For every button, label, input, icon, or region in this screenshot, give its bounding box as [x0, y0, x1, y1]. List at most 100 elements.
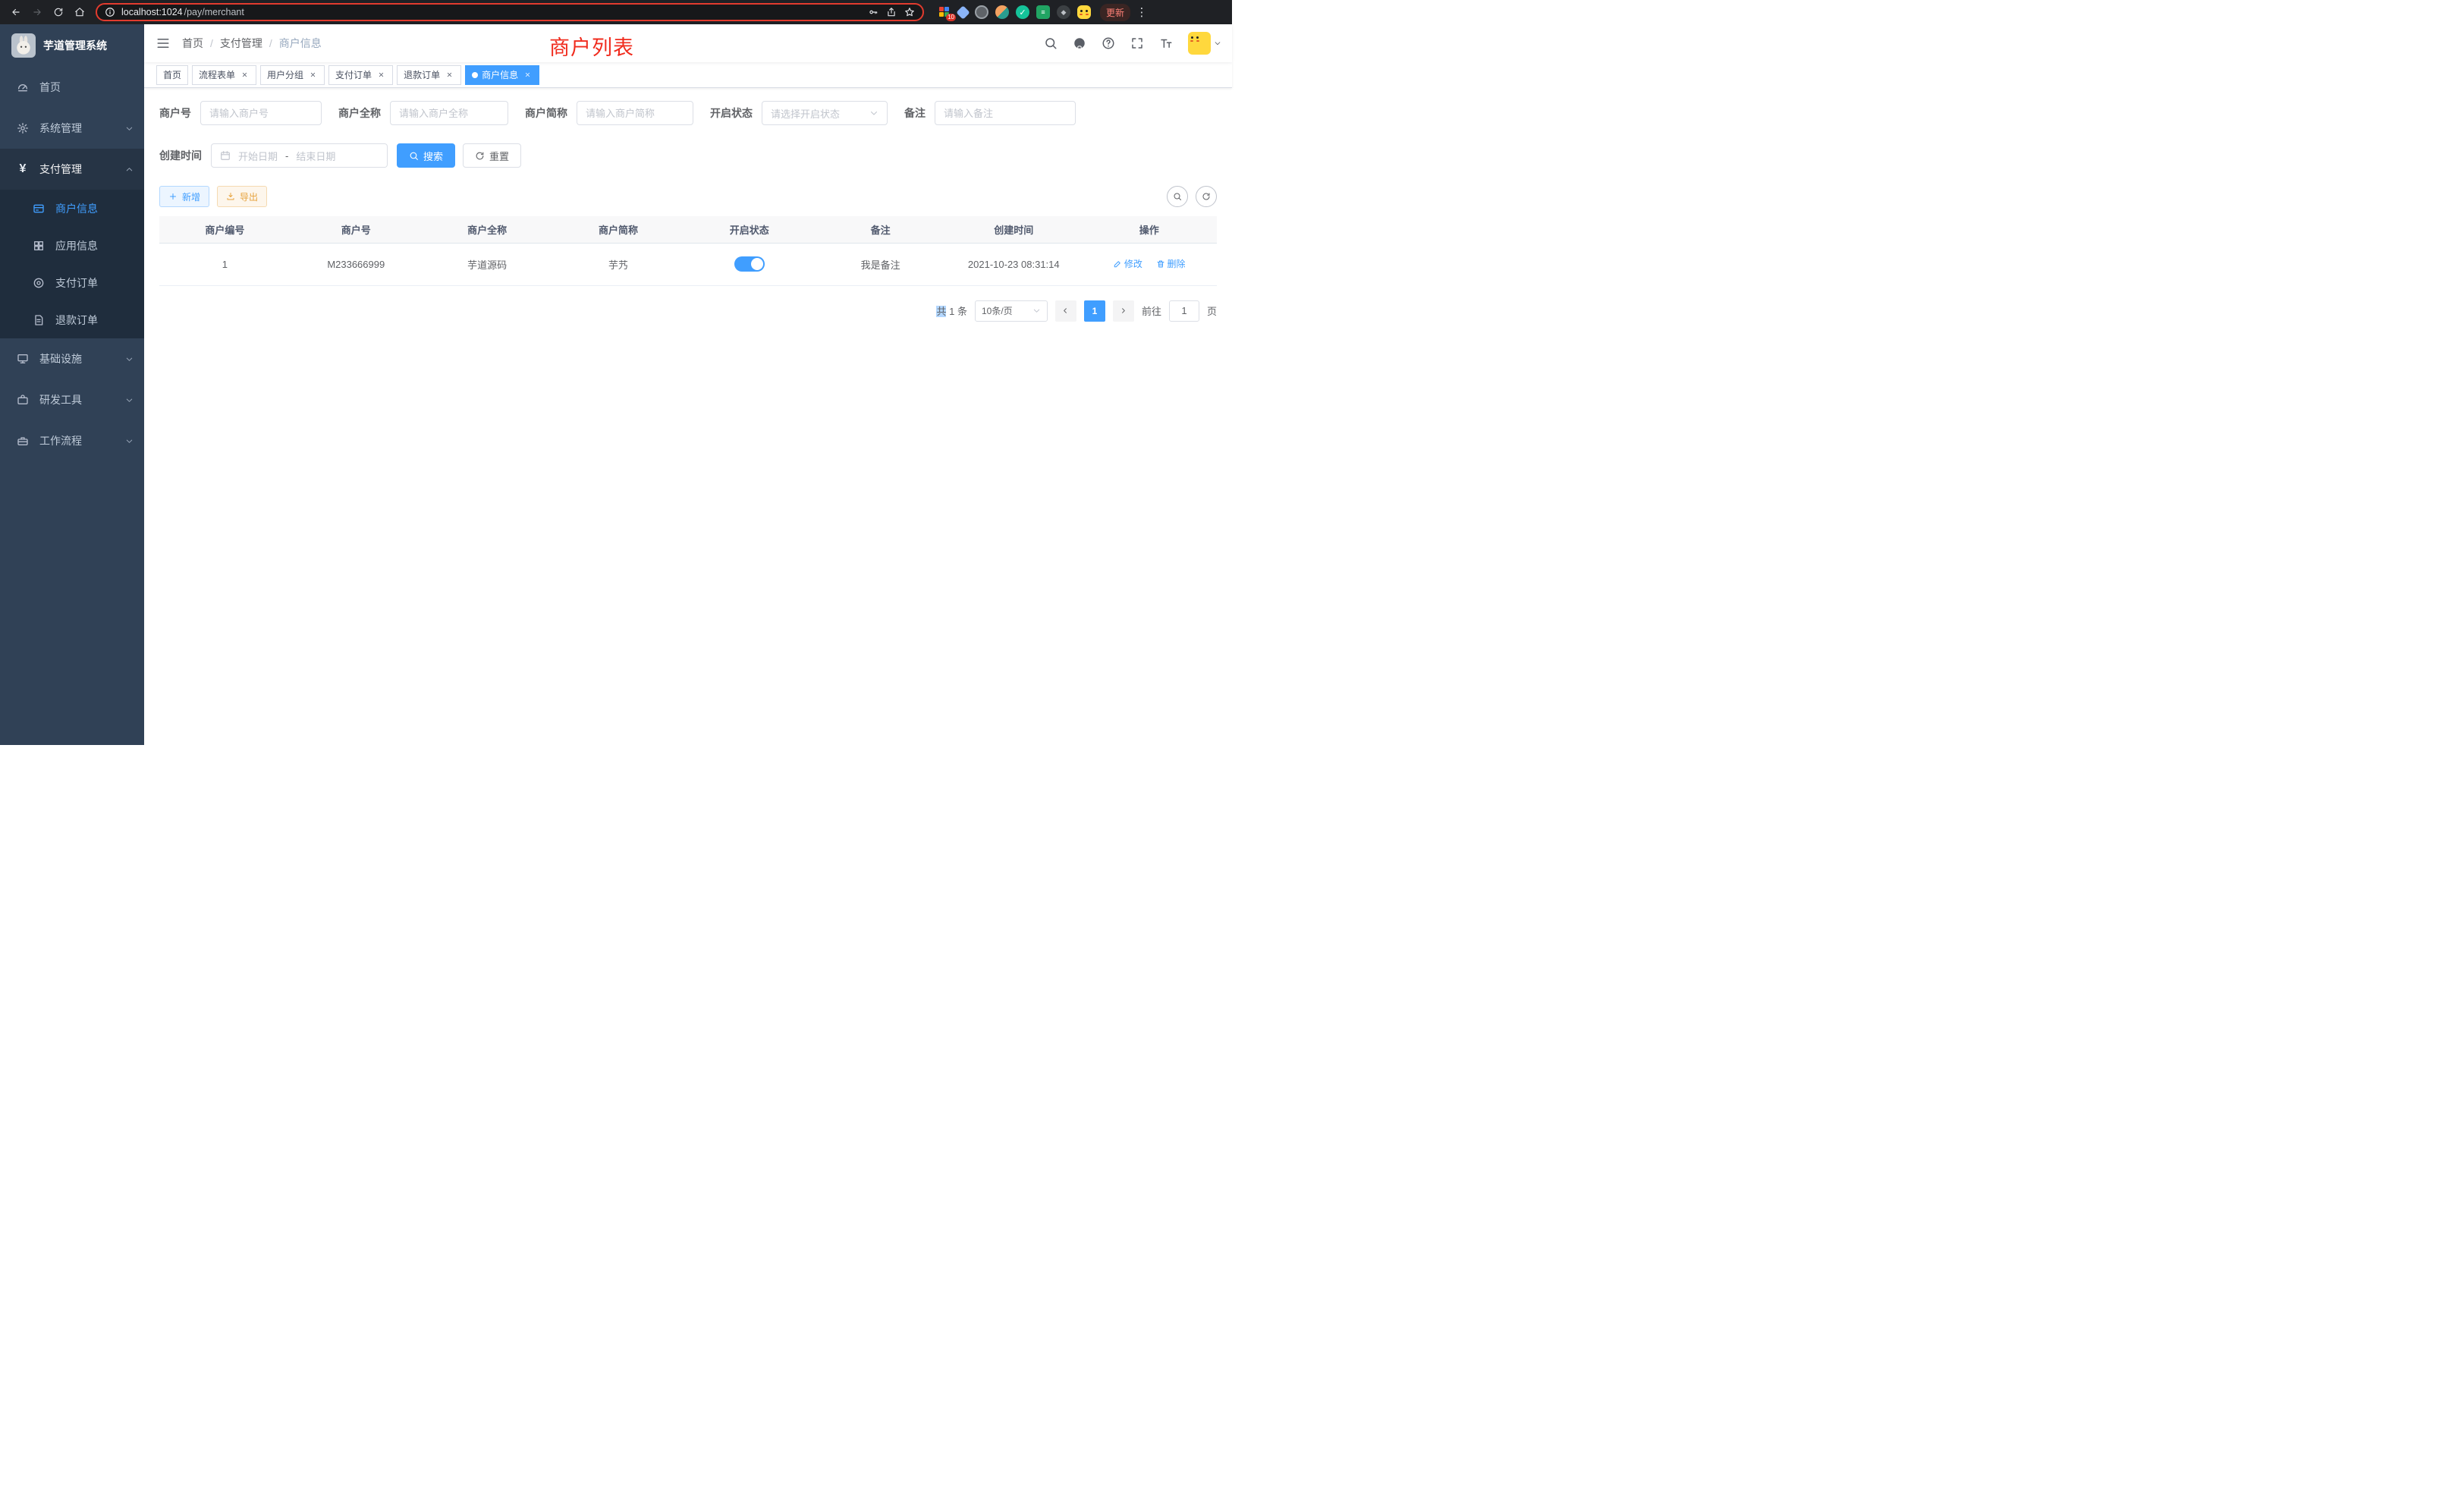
remark-label: 备注 [904, 105, 926, 121]
close-icon[interactable] [239, 70, 250, 80]
share-icon[interactable] [886, 7, 897, 17]
tab-merchant-info[interactable]: 商户信息 [465, 65, 539, 85]
remark-input[interactable] [944, 108, 1067, 119]
gear-icon [16, 122, 30, 134]
status-toggle[interactable] [734, 256, 765, 272]
password-key-icon[interactable] [868, 7, 878, 17]
sidebar-item-merchant-info[interactable]: 商户信息 [0, 190, 144, 227]
sidebar-item-workflow[interactable]: 工作流程 [0, 420, 144, 461]
site-info-icon[interactable] [105, 7, 115, 17]
cell-merchant-id: 1 [159, 243, 291, 285]
chevron-down-icon [869, 108, 878, 118]
breadcrumb-current: 商户信息 [279, 36, 322, 51]
sidebar-item-dev-tools[interactable]: 研发工具 [0, 379, 144, 420]
chevron-down-icon [125, 437, 134, 445]
merchants-table: 商户编号 商户号 商户全称 商户简称 开启状态 备注 创建时间 操作 1 M23… [159, 216, 1217, 286]
extension-icon-5[interactable]: ✓ [1016, 5, 1029, 19]
annotation-text: 商户列表 [549, 31, 634, 61]
col-merchant-no: 商户号 [291, 216, 422, 243]
browser-reload-button[interactable] [49, 2, 68, 22]
delete-link[interactable]: 删除 [1156, 257, 1186, 270]
short-name-label: 商户简称 [525, 105, 567, 121]
active-dot [472, 72, 478, 78]
help-icon[interactable] [1095, 30, 1121, 56]
sidebar-item-pay-order[interactable]: 支付订单 [0, 264, 144, 301]
edit-link[interactable]: 修改 [1113, 257, 1142, 270]
calendar-icon [220, 150, 231, 161]
tab-refund-order[interactable]: 退款订单 [397, 65, 461, 85]
close-icon[interactable] [522, 70, 533, 80]
chevron-up-icon [125, 165, 134, 174]
close-icon[interactable] [444, 70, 454, 80]
full-name-label: 商户全称 [338, 105, 381, 121]
browser-home-button[interactable] [70, 2, 90, 22]
next-page-button[interactable] [1113, 300, 1134, 322]
toolbox-icon [16, 394, 30, 406]
payment-submenu: 商户信息 应用信息 支付订单 退款订单 [0, 190, 144, 338]
merchant-no-label: 商户号 [159, 105, 191, 121]
browser-forward-button[interactable] [27, 2, 47, 22]
short-name-input[interactable] [586, 108, 684, 119]
page-1-button[interactable]: 1 [1084, 300, 1105, 322]
extension-icon-6[interactable]: ≡ [1036, 5, 1050, 19]
browser-menu-button[interactable]: ⋮ [1132, 2, 1152, 22]
goto-page-input[interactable] [1169, 300, 1199, 322]
tab-process-form[interactable]: 流程表单 [192, 65, 256, 85]
fullscreen-icon[interactable] [1124, 30, 1150, 56]
browser-back-button[interactable] [6, 2, 26, 22]
logo-avatar [11, 33, 36, 58]
url-path: /pay/merchant [184, 7, 244, 17]
extension-icon-2[interactable] [956, 5, 970, 19]
sidebar-toggle-button[interactable] [144, 24, 182, 62]
tab-pay-order[interactable]: 支付订单 [328, 65, 393, 85]
pagination: 共 1 条 10条/页 1 前往 页 [159, 300, 1217, 322]
breadcrumb-payment[interactable]: 支付管理 [220, 36, 262, 51]
app-logo[interactable]: 芋道管理系统 [0, 24, 144, 67]
prev-page-button[interactable] [1055, 300, 1076, 322]
dashboard-icon [16, 81, 30, 93]
tab-home[interactable]: 首页 [156, 65, 188, 85]
close-icon[interactable] [307, 70, 318, 80]
full-name-input[interactable] [399, 108, 499, 119]
sidebar-item-payment[interactable]: ¥ 支付管理 [0, 149, 144, 190]
col-remark: 备注 [815, 216, 946, 243]
merchant-no-input[interactable] [209, 108, 313, 119]
monitor-icon [16, 353, 30, 365]
sidebar-item-system[interactable]: 系统管理 [0, 108, 144, 149]
page-size-select[interactable]: 10条/页 [975, 300, 1048, 322]
extension-icon-3[interactable] [975, 5, 988, 19]
cell-remark: 我是备注 [815, 243, 946, 285]
status-select[interactable]: 请选择开启状态 [762, 101, 888, 125]
col-status: 开启状态 [684, 216, 815, 243]
tab-user-group[interactable]: 用户分组 [260, 65, 325, 85]
browser-update-button[interactable]: 更新 [1100, 4, 1130, 21]
reset-button[interactable]: 重置 [463, 143, 521, 168]
profile-avatar-icon[interactable] [1077, 5, 1091, 19]
chevron-down-icon [125, 355, 134, 363]
github-icon[interactable] [1067, 30, 1092, 56]
breadcrumb-home[interactable]: 首页 [182, 36, 203, 51]
toggle-search-button[interactable] [1167, 186, 1188, 207]
search-button[interactable]: 搜索 [397, 143, 455, 168]
bookmark-star-icon[interactable] [904, 7, 915, 17]
workflow-icon [16, 435, 30, 447]
user-menu[interactable] [1188, 32, 1221, 55]
extension-icon-1[interactable]: 10 [938, 5, 951, 19]
chevron-down-icon [125, 124, 134, 133]
user-avatar[interactable] [1188, 32, 1211, 55]
refresh-button[interactable] [1196, 186, 1217, 207]
export-button[interactable]: 导出 [217, 186, 267, 207]
sidebar-item-app-info[interactable]: 应用信息 [0, 227, 144, 264]
sidebar-item-home[interactable]: 首页 [0, 67, 144, 108]
sidebar-item-refund-order[interactable]: 退款订单 [0, 301, 144, 338]
sidebar-item-infra[interactable]: 基础设施 [0, 338, 144, 379]
extension-icon-4[interactable] [995, 5, 1009, 19]
col-merchant-id: 商户编号 [159, 216, 291, 243]
close-icon[interactable] [376, 70, 386, 80]
add-button[interactable]: 新增 [159, 186, 209, 207]
address-bar[interactable]: localhost:1024/pay/merchant [96, 3, 924, 21]
search-icon[interactable] [1038, 30, 1064, 56]
create-time-range-picker[interactable]: 开始日期 - 结束日期 [211, 143, 388, 168]
extension-icon-7[interactable]: ◆ [1057, 5, 1070, 19]
font-size-icon[interactable] [1153, 30, 1179, 56]
